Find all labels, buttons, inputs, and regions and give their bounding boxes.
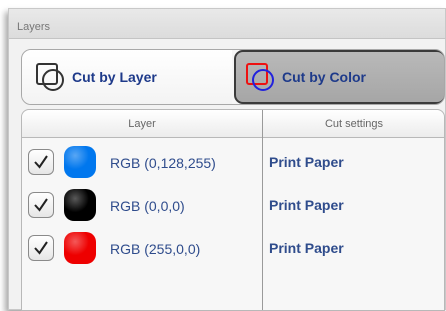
- color-label: RGB (0,128,255): [110, 155, 216, 171]
- color-label: RGB (255,0,0): [110, 241, 201, 257]
- column-header-layer: Layer: [128, 118, 156, 130]
- cut-by-layer-button[interactable]: Cut by Layer: [22, 50, 232, 104]
- layers-panel: Layers Cut by Layer Cut by Color Layer C…: [8, 8, 446, 311]
- layer-checkbox[interactable]: [28, 192, 54, 218]
- table-row: RGB (0,128,255) Print Paper: [22, 142, 446, 182]
- checkmark-icon: [34, 241, 48, 255]
- panel-title: Layers: [17, 21, 51, 33]
- cut-by-color-button[interactable]: Cut by Color: [234, 50, 444, 104]
- panel-header: Layers: [9, 9, 445, 39]
- cut-setting[interactable]: Print Paper: [269, 197, 344, 213]
- column-header-cut-settings: Cut settings: [324, 118, 384, 130]
- color-label: RGB (0,0,0): [110, 198, 185, 214]
- color-swatch[interactable]: [64, 189, 96, 221]
- cut-by-color-label: Cut by Color: [282, 69, 366, 85]
- cut-setting[interactable]: Print Paper: [269, 154, 344, 170]
- cut-setting[interactable]: Print Paper: [269, 240, 344, 256]
- color-swatch[interactable]: [64, 232, 96, 264]
- table-row: RGB (0,0,0) Print Paper: [22, 185, 446, 225]
- layer-checkbox[interactable]: [28, 235, 54, 261]
- color-swatch[interactable]: [64, 146, 96, 178]
- cut-mode-selector: Cut by Layer Cut by Color: [21, 49, 445, 105]
- table-row: RGB (255,0,0) Print Paper: [22, 228, 446, 268]
- cut-by-layer-label: Cut by Layer: [72, 69, 157, 85]
- cut-by-layer-icon: [36, 63, 64, 91]
- cut-by-color-icon: [246, 63, 274, 91]
- checkmark-icon: [34, 198, 48, 212]
- layer-checkbox[interactable]: [28, 149, 54, 175]
- layers-table: Layer Cut settings RGB (0,128,255) Print…: [21, 109, 445, 311]
- checkmark-icon: [34, 155, 48, 169]
- table-header: Layer Cut settings: [22, 110, 444, 138]
